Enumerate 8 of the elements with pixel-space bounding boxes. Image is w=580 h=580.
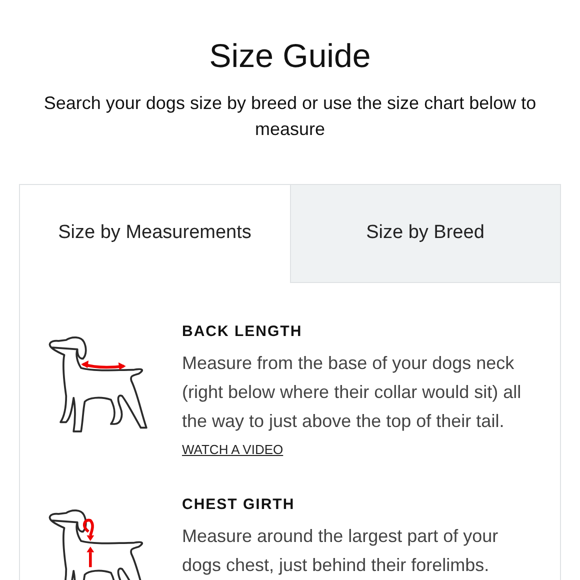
measurement-title: CHEST GIRTH xyxy=(182,496,296,514)
measurement-description: Measure around the largest part of your dogs chest, just behind their forelimbs. xyxy=(182,524,500,577)
page-subtitle: Search your dogs size by breed or use the size chart below to measure xyxy=(42,92,538,141)
measurement-description: Measure from the base of your dogs neck (right below where their collar would sit) all the way to just above the top of their tail. xyxy=(182,352,522,433)
tab[interactable]: Size by Breed xyxy=(290,184,560,283)
watch-video-link[interactable]: WATCH A VIDEO xyxy=(182,440,284,460)
measurement-title: BACK LENGTH xyxy=(182,322,304,341)
page-title: Size Guide xyxy=(208,36,372,76)
